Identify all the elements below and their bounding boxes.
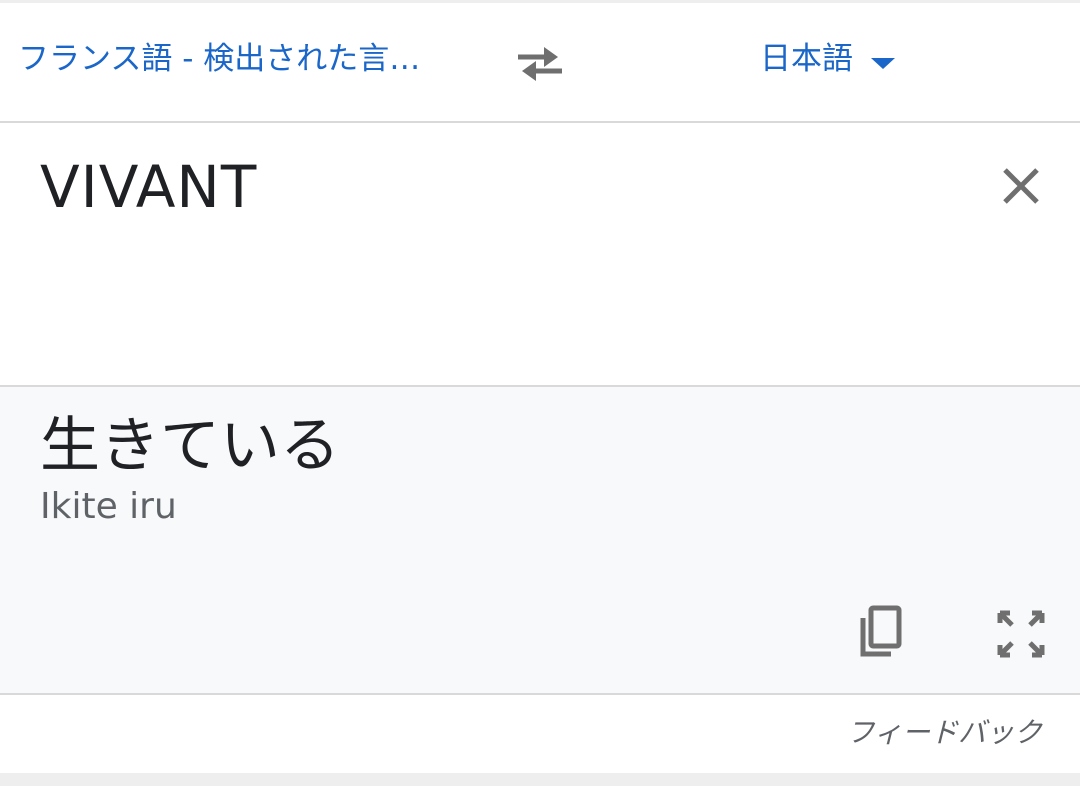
target-language-label: 日本語: [760, 41, 853, 77]
copy-icon: [860, 605, 902, 657]
copy-translation-button[interactable]: [848, 601, 910, 663]
language-bar: フランス語 - 検出された言… 日本語: [0, 3, 1080, 121]
arrow-drop-down-icon: [871, 57, 895, 69]
swap-languages-button[interactable]: [508, 37, 572, 89]
swap-horiz-icon: [518, 47, 562, 81]
feedback-footer: フィードバック: [0, 695, 1080, 773]
fullscreen-button[interactable]: [990, 603, 1052, 665]
close-icon: [1003, 168, 1039, 204]
source-language-button[interactable]: フランス語 - 検出された言…: [18, 39, 458, 79]
feedback-link[interactable]: フィードバック: [847, 715, 1042, 751]
bottom-edge: [0, 773, 1080, 786]
translation-output-area: 生きている Ikite iru: [0, 387, 1080, 693]
fullscreen-icon: [997, 610, 1045, 658]
translated-text: 生きている: [40, 411, 340, 481]
target-language-button[interactable]: 日本語: [760, 39, 895, 79]
source-text[interactable]: VIVANT: [40, 153, 257, 221]
translate-screen: フランス語 - 検出された言… 日本語 VIVANT 生きている Ikite i…: [0, 0, 1080, 786]
romanization-text: Ikite iru: [40, 486, 177, 527]
source-input-area[interactable]: VIVANT: [0, 123, 1080, 385]
clear-input-button[interactable]: [994, 159, 1048, 213]
